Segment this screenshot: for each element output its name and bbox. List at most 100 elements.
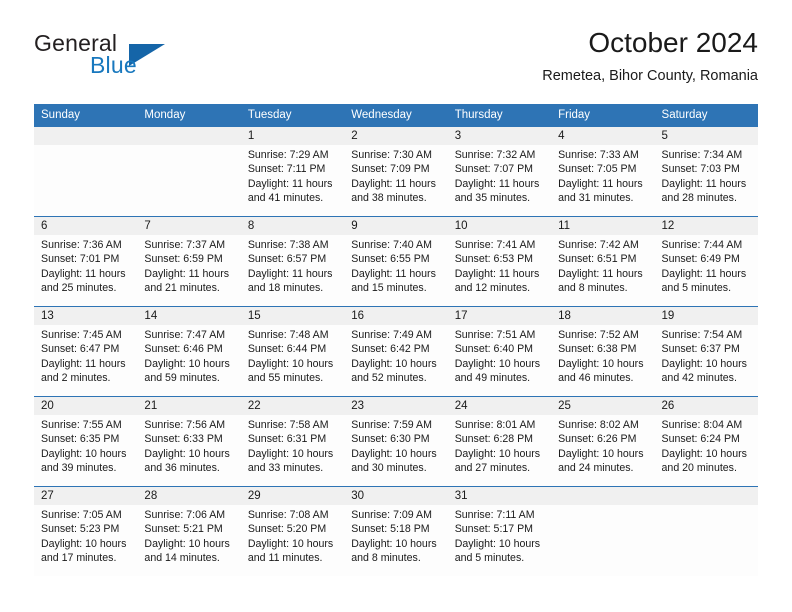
day-cell [137,145,240,216]
day-cell: Sunrise: 7:05 AM Sunset: 5:23 PM Dayligh… [34,505,137,576]
day-cell: Sunrise: 7:55 AM Sunset: 6:35 PM Dayligh… [34,415,137,486]
page-title: October 2024 [588,27,758,58]
sunset-text: Sunset: 5:17 PM [454,523,534,536]
day-cell: Sunrise: 7:06 AM Sunset: 5:21 PM Dayligh… [137,505,240,576]
day-number: 22 [247,400,261,412]
sunrise-text: Sunrise: 7:40 AM [351,239,432,251]
daylight-text-line2: and 27 minutes. [454,462,531,475]
day-number: 18 [558,310,571,322]
week-content-row: Sunrise: 7:45 AM Sunset: 6:47 PM Dayligh… [34,325,758,396]
daylight-text-line1: Daylight: 11 hours [558,177,643,190]
sunset-text: Sunset: 5:23 PM [41,523,120,536]
day-number: 11 [558,220,571,232]
daylight-text-line1: Daylight: 11 hours [661,177,747,190]
day-cell: Sunrise: 7:33 AM Sunset: 7:05 PM Dayligh… [551,145,654,216]
sunrise-text: Sunrise: 8:04 AM [661,419,743,431]
sunrise-text: Sunrise: 7:49 AM [351,329,432,341]
daylight-text-line1: Daylight: 10 hours [247,357,334,370]
daylight-text-line1: Daylight: 10 hours [41,537,127,550]
sunset-text: Sunset: 7:11 PM [247,163,326,176]
daylight-text-line1: Daylight: 10 hours [351,357,437,370]
day-number: 3 [454,130,462,142]
sunrise-text: Sunrise: 7:09 AM [351,509,432,521]
sunset-text: Sunset: 6:59 PM [144,253,223,266]
sunset-text: Sunset: 6:38 PM [558,343,637,356]
weekday-header-row: Sunday Monday Tuesday Wednesday Thursday… [34,104,758,126]
daylight-text-line2: and 36 minutes. [144,462,220,475]
daylight-text-line1: Daylight: 11 hours [454,177,540,190]
daylight-text-line1: Daylight: 10 hours [247,537,334,550]
sunrise-text: Sunrise: 7:55 AM [41,419,122,431]
sunset-text: Sunset: 7:05 PM [558,163,637,176]
daylight-text-line2: and 38 minutes. [351,192,427,205]
daylight-text-line1: Daylight: 10 hours [661,447,747,460]
daylight-text-line2: and 8 minutes. [351,552,421,565]
daylight-text-line2: and 15 minutes. [351,282,427,295]
day-number: 15 [247,310,261,322]
daylight-text-line2: and 59 minutes. [144,372,220,385]
week-row: 1 2 3 4 5 Sunrise: 7:29 AM Sunset: 7:11 … [34,126,758,216]
sunset-text: Sunset: 6:42 PM [351,343,430,356]
day-cell: Sunrise: 7:38 AM Sunset: 6:57 PM Dayligh… [241,235,344,306]
day-cell: Sunrise: 7:54 AM Sunset: 6:37 PM Dayligh… [655,325,758,396]
daylight-text-line1: Daylight: 11 hours [558,267,643,280]
sunrise-text: Sunrise: 7:05 AM [41,509,122,521]
daylight-text-line2: and 11 minutes. [247,552,323,565]
day-number: 19 [661,310,675,322]
day-number: 24 [454,400,468,412]
day-cell: Sunrise: 7:44 AM Sunset: 6:49 PM Dayligh… [655,235,758,306]
day-number: 30 [351,490,365,502]
daylight-text-line2: and 21 minutes. [144,282,220,295]
weekday-header-tuesday: Tuesday [247,109,292,121]
daylight-text-line1: Daylight: 11 hours [41,267,126,280]
day-cell: Sunrise: 7:47 AM Sunset: 6:46 PM Dayligh… [137,325,240,396]
daylight-text-line1: Daylight: 11 hours [351,267,436,280]
daylight-text-line2: and 46 minutes. [558,372,634,385]
week-content-row: Sunrise: 7:05 AM Sunset: 5:23 PM Dayligh… [34,505,758,576]
sunset-text: Sunset: 5:20 PM [247,523,327,536]
daylight-text-line2: and 12 minutes. [454,282,531,295]
sunrise-text: Sunrise: 7:52 AM [558,329,639,341]
daylight-text-line1: Daylight: 10 hours [351,537,437,550]
weekday-header-sunday: Sunday [41,109,81,121]
title-block: October 2024 Remetea, Bihor County, Roma… [542,26,758,86]
day-cell: Sunrise: 7:29 AM Sunset: 7:11 PM Dayligh… [241,145,344,216]
sunset-text: Sunset: 7:09 PM [351,163,430,176]
sunset-text: Sunset: 6:57 PM [247,253,327,266]
day-cell: Sunrise: 7:11 AM Sunset: 5:17 PM Dayligh… [448,505,551,576]
day-number [34,127,137,145]
daylight-text-line2: and 5 minutes. [454,552,525,565]
sunset-text: Sunset: 6:35 PM [41,433,120,446]
day-cell [34,145,137,216]
daylight-text-line2: and 5 minutes. [661,282,732,295]
sunrise-text: Sunrise: 7:29 AM [247,149,329,161]
sunset-text: Sunset: 6:37 PM [661,343,740,356]
day-number: 9 [351,220,358,232]
day-number: 25 [558,400,571,412]
sunrise-text: Sunrise: 7:32 AM [454,149,536,161]
day-number [137,127,240,145]
day-cell: Sunrise: 7:36 AM Sunset: 7:01 PM Dayligh… [34,235,137,306]
sunrise-text: Sunrise: 7:45 AM [41,329,122,341]
day-number: 14 [144,310,158,322]
sunset-text: Sunset: 6:44 PM [247,343,327,356]
daylight-text-line2: and 41 minutes. [247,192,324,205]
daylight-text-line1: Daylight: 10 hours [661,357,747,370]
daylight-text-line2: and 17 minutes. [41,552,117,565]
day-cell: Sunrise: 7:49 AM Sunset: 6:42 PM Dayligh… [344,325,447,396]
daylight-text-line1: Daylight: 10 hours [41,447,127,460]
sunrise-text: Sunrise: 7:34 AM [661,149,743,161]
sunrise-text: Sunrise: 7:38 AM [247,239,329,251]
sunrise-text: Sunrise: 8:01 AM [454,419,536,431]
weekday-header-friday: Friday [558,109,591,121]
day-number: 6 [41,220,48,232]
day-cell: Sunrise: 7:37 AM Sunset: 6:59 PM Dayligh… [137,235,240,306]
week-content-row: Sunrise: 7:36 AM Sunset: 7:01 PM Dayligh… [34,235,758,306]
day-number: 13 [41,310,54,322]
daylight-text-line1: Daylight: 11 hours [41,357,126,370]
sunset-text: Sunset: 6:55 PM [351,253,430,266]
sunrise-text: Sunrise: 7:54 AM [661,329,743,341]
day-number: 12 [661,220,675,232]
daylight-text-line2: and 28 minutes. [661,192,737,205]
sunrise-text: Sunrise: 7:30 AM [351,149,432,161]
